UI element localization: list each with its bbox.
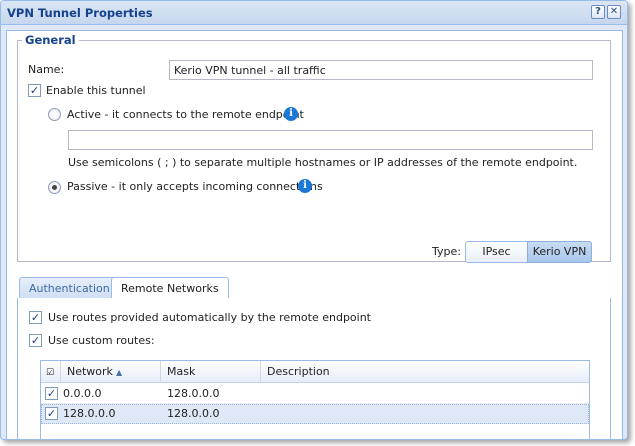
checkmark-icon: ✓	[30, 311, 41, 324]
checkmark-icon: ✓	[46, 387, 57, 400]
active-mode-label: Active - it connects to the remote endpo…	[67, 108, 304, 121]
passive-mode-radio[interactable]	[48, 181, 61, 194]
type-kerio-vpn-button[interactable]: Kerio VPN	[527, 241, 592, 263]
general-fieldset: General Name: Kerio VPN tunnel - all tra…	[17, 33, 611, 263]
custom-routes-label: Use custom routes:	[48, 334, 155, 347]
passive-info-icon[interactable]: i	[298, 179, 312, 193]
close-icon: ✕	[609, 6, 619, 17]
table-row[interactable]: ✓ 128.0.0.0 128.0.0.0	[41, 404, 589, 424]
enable-tunnel-checkbox[interactable]: ✓	[28, 84, 41, 97]
enable-tunnel-label: Enable this tunnel	[46, 84, 146, 97]
row-checkbox[interactable]: ✓	[45, 387, 58, 400]
tab-authentication[interactable]: Authentication	[19, 277, 120, 299]
select-all-checkbox-icon: ☑	[46, 368, 55, 378]
remote-endpoint-input[interactable]	[68, 130, 593, 150]
dialog-title: VPN Tunnel Properties	[7, 6, 153, 20]
select-all-header[interactable]: ☑	[41, 361, 61, 383]
mask-cell: 128.0.0.0	[167, 407, 220, 420]
routes-grid: ☑ Network ▲ Mask Description ✓ 0.0.0.0 12…	[40, 360, 590, 439]
type-ipsec-button[interactable]: IPsec	[465, 241, 528, 263]
checkmark-icon: ✓	[29, 84, 40, 97]
column-header-mask[interactable]: Mask	[161, 361, 261, 383]
endpoint-hint: Use semicolons ( ; ) to separate multipl…	[68, 156, 578, 169]
dialog-body: General Name: Kerio VPN tunnel - all tra…	[6, 30, 623, 439]
remote-networks-panel: ✓ Use routes provided automatically by t…	[17, 298, 611, 439]
name-label: Name:	[28, 63, 65, 76]
help-button[interactable]: ?	[591, 5, 605, 19]
tab-bar: Authentication Remote Networks	[17, 277, 611, 300]
passive-mode-label: Passive - it only accepts incoming conne…	[67, 180, 323, 193]
checkmark-icon: ✓	[30, 334, 41, 347]
mask-cell: 128.0.0.0	[167, 387, 220, 400]
auto-routes-label: Use routes provided automatically by the…	[48, 311, 371, 324]
dialog-titlebar[interactable]: VPN Tunnel Properties ? ✕	[1, 1, 627, 25]
tab-remote-networks[interactable]: Remote Networks	[111, 277, 229, 300]
column-header-description[interactable]: Description	[261, 361, 589, 383]
help-icon: ?	[595, 6, 601, 17]
network-cell: 0.0.0.0	[63, 387, 102, 400]
sort-ascending-icon: ▲	[115, 368, 123, 377]
checkmark-icon: ✓	[46, 407, 57, 420]
close-button[interactable]: ✕	[607, 5, 621, 19]
row-checkbox[interactable]: ✓	[45, 407, 58, 420]
network-cell: 128.0.0.0	[63, 407, 116, 420]
vpn-tunnel-properties-dialog: VPN Tunnel Properties ? ✕ General Name: …	[0, 0, 628, 440]
active-info-icon[interactable]: i	[284, 107, 298, 121]
table-row[interactable]: ✓ 0.0.0.0 128.0.0.0	[41, 384, 589, 404]
custom-routes-checkbox[interactable]: ✓	[29, 334, 42, 347]
active-mode-radio[interactable]	[48, 108, 61, 121]
general-legend: General	[25, 33, 76, 47]
column-header-network[interactable]: Network ▲	[61, 361, 161, 383]
name-input[interactable]: Kerio VPN tunnel - all traffic	[169, 60, 593, 80]
type-label: Type:	[432, 245, 461, 258]
auto-routes-checkbox[interactable]: ✓	[29, 311, 42, 324]
grid-header: ☑ Network ▲ Mask Description	[41, 361, 589, 383]
